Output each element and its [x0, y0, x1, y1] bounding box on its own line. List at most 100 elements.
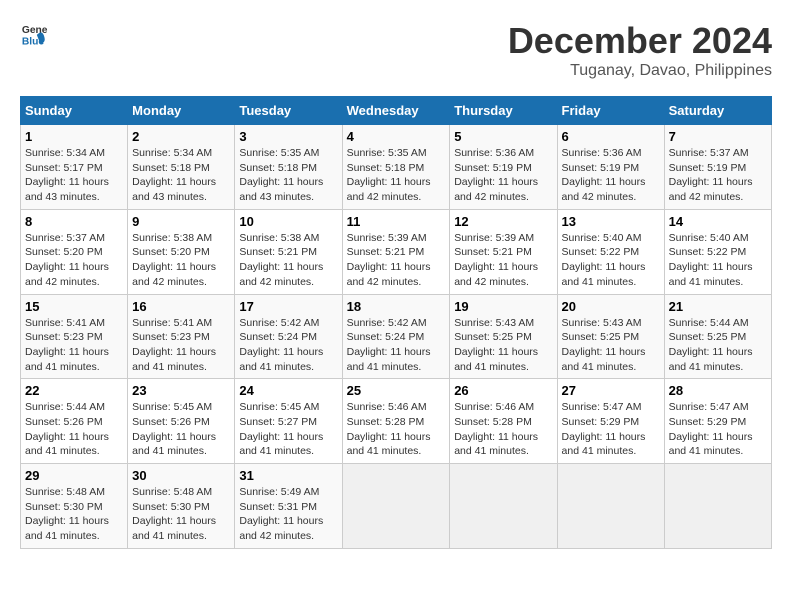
- day-number: 17: [239, 299, 337, 314]
- day-info: Sunrise: 5:37 AM Sunset: 5:20 PM Dayligh…: [25, 231, 123, 290]
- day-info: Sunrise: 5:38 AM Sunset: 5:20 PM Dayligh…: [132, 231, 230, 290]
- calendar-day-cell: 4 Sunrise: 5:35 AM Sunset: 5:18 PM Dayli…: [342, 125, 450, 210]
- calendar-day-cell: 16 Sunrise: 5:41 AM Sunset: 5:23 PM Dayl…: [128, 294, 235, 379]
- calendar-day-cell: 17 Sunrise: 5:42 AM Sunset: 5:24 PM Dayl…: [235, 294, 342, 379]
- calendar-day-cell: 21 Sunrise: 5:44 AM Sunset: 5:25 PM Dayl…: [664, 294, 771, 379]
- calendar-header-cell: Saturday: [664, 97, 771, 125]
- day-info: Sunrise: 5:40 AM Sunset: 5:22 PM Dayligh…: [669, 231, 767, 290]
- day-number: 12: [454, 214, 552, 229]
- calendar-day-cell: 26 Sunrise: 5:46 AM Sunset: 5:28 PM Dayl…: [450, 379, 557, 464]
- calendar-day-cell: 14 Sunrise: 5:40 AM Sunset: 5:22 PM Dayl…: [664, 209, 771, 294]
- logo: General Blue: [20, 20, 48, 48]
- day-info: Sunrise: 5:39 AM Sunset: 5:21 PM Dayligh…: [347, 231, 446, 290]
- day-info: Sunrise: 5:40 AM Sunset: 5:22 PM Dayligh…: [562, 231, 660, 290]
- day-number: 22: [25, 383, 123, 398]
- day-info: Sunrise: 5:41 AM Sunset: 5:23 PM Dayligh…: [25, 316, 123, 375]
- day-number: 28: [669, 383, 767, 398]
- calendar-day-cell: 24 Sunrise: 5:45 AM Sunset: 5:27 PM Dayl…: [235, 379, 342, 464]
- calendar-day-cell: 1 Sunrise: 5:34 AM Sunset: 5:17 PM Dayli…: [21, 125, 128, 210]
- day-info: Sunrise: 5:49 AM Sunset: 5:31 PM Dayligh…: [239, 485, 337, 544]
- day-number: 13: [562, 214, 660, 229]
- calendar-week-row: 29 Sunrise: 5:48 AM Sunset: 5:30 PM Dayl…: [21, 464, 772, 549]
- location-subtitle: Tuganay, Davao, Philippines: [508, 62, 772, 80]
- day-info: Sunrise: 5:45 AM Sunset: 5:26 PM Dayligh…: [132, 400, 230, 459]
- header: General Blue December 2024 Tuganay, Dava…: [20, 20, 772, 80]
- day-number: 7: [669, 129, 767, 144]
- day-info: Sunrise: 5:43 AM Sunset: 5:25 PM Dayligh…: [562, 316, 660, 375]
- day-number: 16: [132, 299, 230, 314]
- calendar-header-row: SundayMondayTuesdayWednesdayThursdayFrid…: [21, 97, 772, 125]
- day-number: 11: [347, 214, 446, 229]
- calendar-body: 1 Sunrise: 5:34 AM Sunset: 5:17 PM Dayli…: [21, 125, 772, 549]
- day-info: Sunrise: 5:35 AM Sunset: 5:18 PM Dayligh…: [239, 146, 337, 205]
- day-number: 4: [347, 129, 446, 144]
- calendar-header-cell: Friday: [557, 97, 664, 125]
- day-number: 10: [239, 214, 337, 229]
- day-number: 3: [239, 129, 337, 144]
- day-info: Sunrise: 5:45 AM Sunset: 5:27 PM Dayligh…: [239, 400, 337, 459]
- calendar-day-cell: 31 Sunrise: 5:49 AM Sunset: 5:31 PM Dayl…: [235, 464, 342, 549]
- calendar-day-cell: [450, 464, 557, 549]
- calendar-day-cell: 5 Sunrise: 5:36 AM Sunset: 5:19 PM Dayli…: [450, 125, 557, 210]
- calendar-header-cell: Wednesday: [342, 97, 450, 125]
- day-number: 5: [454, 129, 552, 144]
- day-number: 8: [25, 214, 123, 229]
- calendar-header-cell: Monday: [128, 97, 235, 125]
- day-info: Sunrise: 5:47 AM Sunset: 5:29 PM Dayligh…: [669, 400, 767, 459]
- calendar-day-cell: 12 Sunrise: 5:39 AM Sunset: 5:21 PM Dayl…: [450, 209, 557, 294]
- day-info: Sunrise: 5:34 AM Sunset: 5:17 PM Dayligh…: [25, 146, 123, 205]
- day-info: Sunrise: 5:36 AM Sunset: 5:19 PM Dayligh…: [562, 146, 660, 205]
- month-year-title: December 2024: [508, 20, 772, 62]
- day-info: Sunrise: 5:46 AM Sunset: 5:28 PM Dayligh…: [347, 400, 446, 459]
- calendar-day-cell: [664, 464, 771, 549]
- day-info: Sunrise: 5:36 AM Sunset: 5:19 PM Dayligh…: [454, 146, 552, 205]
- day-info: Sunrise: 5:39 AM Sunset: 5:21 PM Dayligh…: [454, 231, 552, 290]
- calendar-day-cell: 29 Sunrise: 5:48 AM Sunset: 5:30 PM Dayl…: [21, 464, 128, 549]
- calendar-day-cell: 7 Sunrise: 5:37 AM Sunset: 5:19 PM Dayli…: [664, 125, 771, 210]
- calendar-week-row: 22 Sunrise: 5:44 AM Sunset: 5:26 PM Dayl…: [21, 379, 772, 464]
- calendar-header-cell: Thursday: [450, 97, 557, 125]
- day-number: 18: [347, 299, 446, 314]
- calendar-day-cell: 25 Sunrise: 5:46 AM Sunset: 5:28 PM Dayl…: [342, 379, 450, 464]
- calendar-week-row: 15 Sunrise: 5:41 AM Sunset: 5:23 PM Dayl…: [21, 294, 772, 379]
- calendar-day-cell: 15 Sunrise: 5:41 AM Sunset: 5:23 PM Dayl…: [21, 294, 128, 379]
- calendar-week-row: 1 Sunrise: 5:34 AM Sunset: 5:17 PM Dayli…: [21, 125, 772, 210]
- svg-text:Blue: Blue: [22, 36, 45, 47]
- calendar-day-cell: 30 Sunrise: 5:48 AM Sunset: 5:30 PM Dayl…: [128, 464, 235, 549]
- calendar-day-cell: 11 Sunrise: 5:39 AM Sunset: 5:21 PM Dayl…: [342, 209, 450, 294]
- day-number: 9: [132, 214, 230, 229]
- day-number: 26: [454, 383, 552, 398]
- day-info: Sunrise: 5:47 AM Sunset: 5:29 PM Dayligh…: [562, 400, 660, 459]
- day-number: 25: [347, 383, 446, 398]
- calendar-day-cell: 20 Sunrise: 5:43 AM Sunset: 5:25 PM Dayl…: [557, 294, 664, 379]
- day-number: 29: [25, 468, 123, 483]
- calendar-day-cell: 9 Sunrise: 5:38 AM Sunset: 5:20 PM Dayli…: [128, 209, 235, 294]
- day-number: 14: [669, 214, 767, 229]
- calendar-day-cell: [557, 464, 664, 549]
- calendar-day-cell: 18 Sunrise: 5:42 AM Sunset: 5:24 PM Dayl…: [342, 294, 450, 379]
- day-info: Sunrise: 5:44 AM Sunset: 5:25 PM Dayligh…: [669, 316, 767, 375]
- day-number: 21: [669, 299, 767, 314]
- calendar-table: SundayMondayTuesdayWednesdayThursdayFrid…: [20, 96, 772, 549]
- day-number: 20: [562, 299, 660, 314]
- day-number: 6: [562, 129, 660, 144]
- calendar-day-cell: 8 Sunrise: 5:37 AM Sunset: 5:20 PM Dayli…: [21, 209, 128, 294]
- calendar-day-cell: 19 Sunrise: 5:43 AM Sunset: 5:25 PM Dayl…: [450, 294, 557, 379]
- day-info: Sunrise: 5:37 AM Sunset: 5:19 PM Dayligh…: [669, 146, 767, 205]
- svg-text:General: General: [22, 25, 48, 36]
- calendar-day-cell: 27 Sunrise: 5:47 AM Sunset: 5:29 PM Dayl…: [557, 379, 664, 464]
- day-info: Sunrise: 5:34 AM Sunset: 5:18 PM Dayligh…: [132, 146, 230, 205]
- day-info: Sunrise: 5:48 AM Sunset: 5:30 PM Dayligh…: [132, 485, 230, 544]
- day-info: Sunrise: 5:35 AM Sunset: 5:18 PM Dayligh…: [347, 146, 446, 205]
- day-info: Sunrise: 5:43 AM Sunset: 5:25 PM Dayligh…: [454, 316, 552, 375]
- day-number: 1: [25, 129, 123, 144]
- day-info: Sunrise: 5:46 AM Sunset: 5:28 PM Dayligh…: [454, 400, 552, 459]
- calendar-week-row: 8 Sunrise: 5:37 AM Sunset: 5:20 PM Dayli…: [21, 209, 772, 294]
- day-info: Sunrise: 5:38 AM Sunset: 5:21 PM Dayligh…: [239, 231, 337, 290]
- day-number: 19: [454, 299, 552, 314]
- logo-icon: General Blue: [20, 20, 48, 48]
- calendar-day-cell: 22 Sunrise: 5:44 AM Sunset: 5:26 PM Dayl…: [21, 379, 128, 464]
- day-info: Sunrise: 5:48 AM Sunset: 5:30 PM Dayligh…: [25, 485, 123, 544]
- day-number: 24: [239, 383, 337, 398]
- day-number: 30: [132, 468, 230, 483]
